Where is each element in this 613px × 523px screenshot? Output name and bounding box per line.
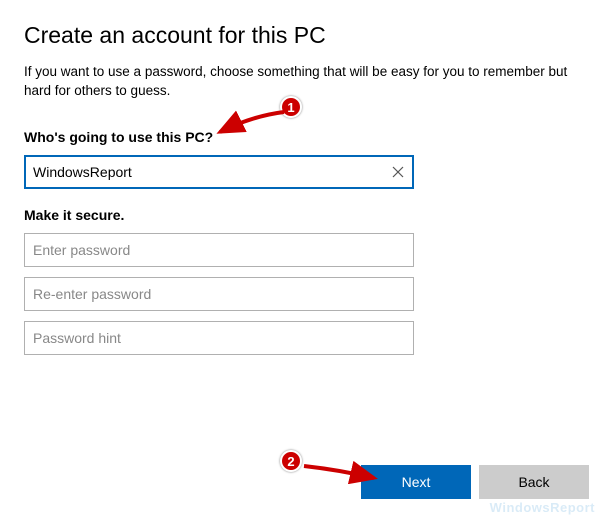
username-row	[24, 155, 414, 189]
password-hint-input[interactable]	[24, 321, 414, 355]
page-subtitle: If you want to use a password, choose so…	[24, 63, 584, 101]
watermark: WindowsReport	[490, 500, 595, 515]
password-row	[24, 233, 414, 267]
annotation-arrow-1-icon	[212, 108, 288, 140]
secure-section-label: Make it secure.	[24, 207, 589, 223]
clear-icon[interactable]	[388, 162, 408, 182]
username-section-label: Who's going to use this PC?	[24, 129, 589, 145]
annotation-callout-2: 2	[280, 450, 302, 472]
back-button[interactable]: Back	[479, 465, 589, 499]
password-confirm-input[interactable]	[24, 277, 414, 311]
password-input[interactable]	[24, 233, 414, 267]
annotation-badge-2: 2	[280, 450, 302, 472]
password-hint-row	[24, 321, 414, 355]
password-confirm-row	[24, 277, 414, 311]
annotation-arrow-2-icon	[300, 460, 380, 484]
page-title: Create an account for this PC	[24, 22, 589, 49]
username-input[interactable]	[24, 155, 414, 189]
